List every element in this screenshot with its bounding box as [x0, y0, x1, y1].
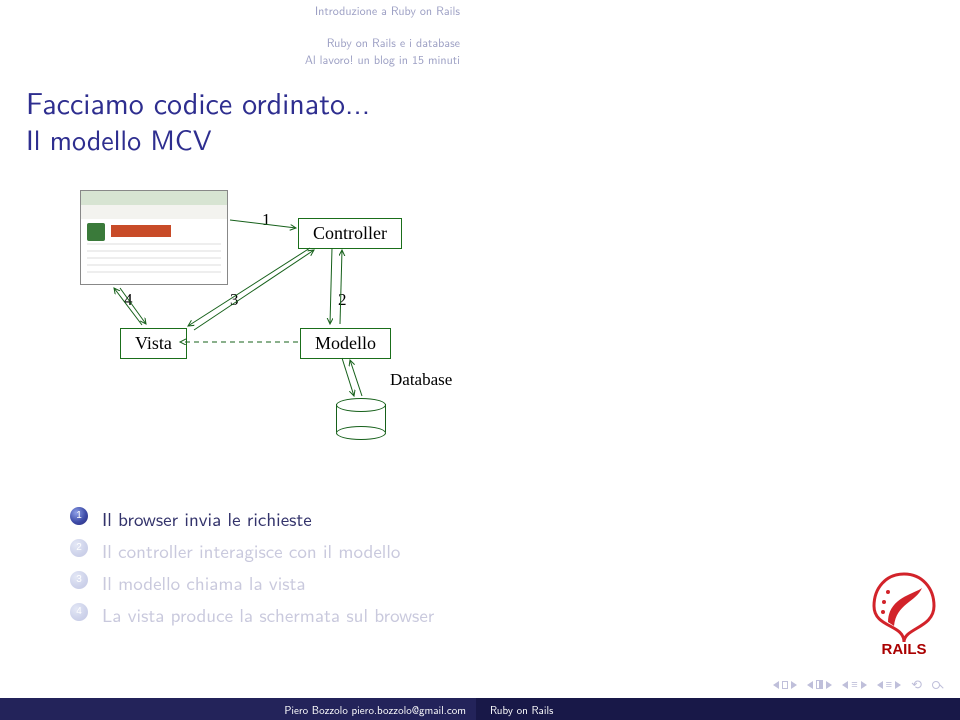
diagram-arrows [80, 190, 600, 460]
nav-item[interactable]: Al lavoro! un blog in 15 minuti [280, 51, 460, 67]
bullet-number-icon: 1 [70, 507, 88, 525]
nav-next-section[interactable]: ≡ [877, 679, 901, 690]
rails-logo: RAILS [866, 568, 942, 660]
nav-prev-frame[interactable] [807, 680, 832, 689]
nav-item[interactable]: Ruby on Rails e i database [280, 34, 460, 50]
nav-item-active[interactable]: Il modello MCV [280, 18, 460, 34]
bullet-number-icon: 3 [70, 571, 88, 589]
bullet-text: Il browser invia le richieste [102, 504, 312, 532]
nav-search-icon[interactable] [932, 679, 944, 691]
footer-author: Piero Bozzolo piero.bozzolo@gmail.com [0, 698, 476, 720]
bullet-number-icon: 4 [70, 603, 88, 621]
nav-cycle-icon[interactable]: ⟲ [911, 675, 922, 694]
nav-item[interactable]: Introduzione a Ruby on Rails [280, 2, 460, 18]
nav-prev-slide[interactable] [773, 681, 797, 689]
list-item: 2 Il controller interagisce con il model… [70, 536, 900, 564]
bullet-number-icon: 2 [70, 539, 88, 557]
rails-logo-text: RAILS [882, 641, 927, 658]
list-item: 4 La vista produce la schermata sul brow… [70, 600, 900, 628]
list-item: 1 Il browser invia le richieste [70, 504, 900, 532]
bullet-text: Il controller interagisce con il modello [102, 536, 400, 564]
nav-prev-section[interactable]: ≡ [842, 679, 866, 690]
slide-subtitle: Il modello MCV [26, 118, 212, 159]
mvc-diagram: varese Controller Vista Modello 1 2 3 4 … [80, 190, 600, 460]
list-item: 3 Il modello chiama la vista [70, 568, 900, 596]
section-nav: Introduzione a Ruby on Rails Il modello … [280, 2, 460, 67]
beamer-nav-controls: ≡ ≡ ⟲ [773, 675, 944, 694]
bullet-text: Il modello chiama la vista [102, 568, 306, 596]
bullet-text: La vista produce la schermata sul browse… [102, 600, 434, 628]
footer-title: Ruby on Rails [476, 698, 960, 720]
bullet-list: 1 Il browser invia le richieste 2 Il con… [70, 500, 900, 632]
footer-bar: Piero Bozzolo piero.bozzolo@gmail.com Ru… [0, 698, 960, 720]
